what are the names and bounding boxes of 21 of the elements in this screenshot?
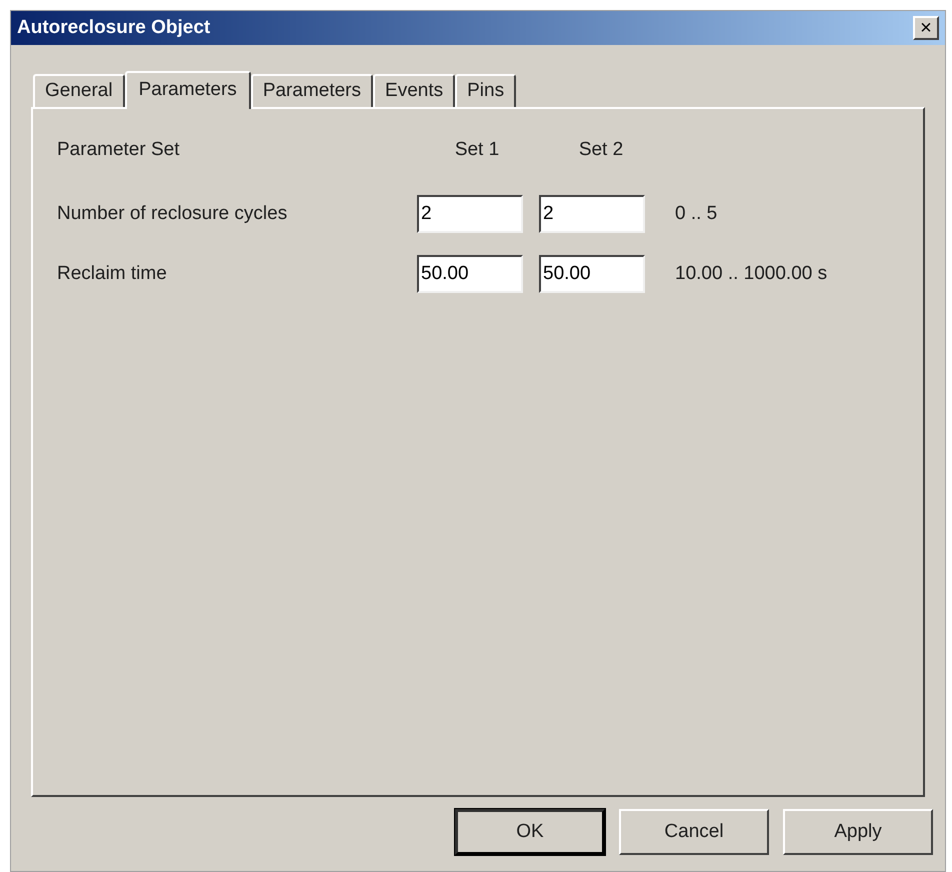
range-label: 0 .. 5: [675, 202, 718, 226]
tab[interactable]: Events: [373, 74, 456, 107]
range-label: 10.00 .. 1000.00 s: [675, 262, 828, 286]
tab[interactable]: General: [33, 74, 125, 107]
column-header: Set 1: [454, 138, 500, 162]
dialog-button[interactable]: OK: [455, 809, 605, 855]
tab[interactable]: Parameters: [124, 71, 251, 109]
value-field[interactable]: 50.00: [539, 255, 645, 293]
parameter-label: Reclaim time: [57, 262, 168, 286]
window-title: Autoreclosure Object: [17, 16, 210, 40]
tab[interactable]: Parameters: [250, 74, 374, 107]
dialog-button[interactable]: Cancel: [619, 809, 769, 855]
column-header: Set 2: [578, 138, 624, 162]
dialog-button[interactable]: Apply: [783, 809, 933, 855]
value-field[interactable]: 50.00: [417, 255, 523, 293]
value-field[interactable]: 2: [417, 195, 523, 233]
value-field[interactable]: 2: [539, 195, 645, 233]
tab[interactable]: Pins: [455, 74, 516, 107]
header-label: Parameter Set: [57, 138, 180, 162]
parameter-label: Number of reclosure cycles: [57, 202, 288, 226]
close-button[interactable]: ×: [913, 16, 939, 40]
